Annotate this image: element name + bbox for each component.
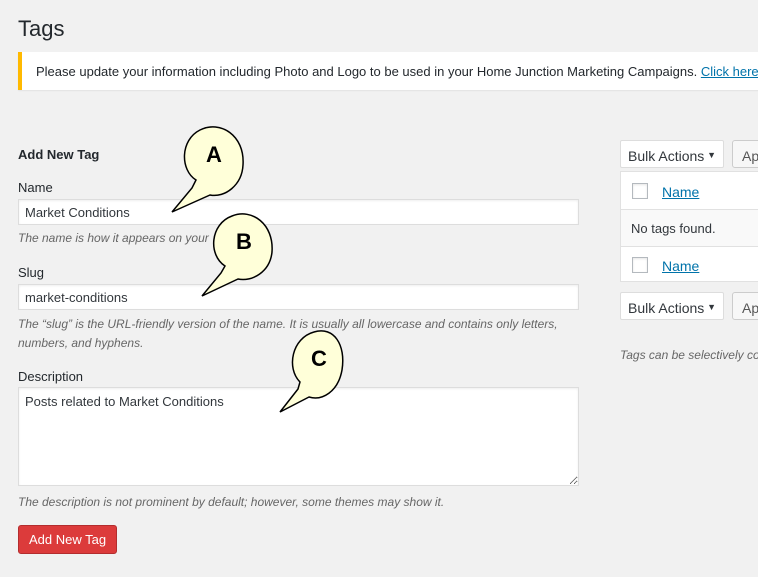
sort-by-name-link-footer[interactable]: Name xyxy=(662,258,699,274)
bulk-actions-select-bottom[interactable]: Bulk Actions ▼ xyxy=(620,292,724,320)
tag-slug-input[interactable] xyxy=(18,284,579,310)
table-footer-row: Name xyxy=(621,246,758,282)
tag-description-textarea[interactable]: Posts related to Market Conditions xyxy=(18,387,579,486)
description-label: Description xyxy=(18,369,84,384)
page-title: Tags xyxy=(18,16,65,41)
apply-button-bottom[interactable]: Ap xyxy=(732,292,758,320)
tags-side-hint: Tags can be selectively co xyxy=(620,348,758,362)
bulk-actions-label-bottom: Bulk Actions xyxy=(628,300,705,316)
table-header-row: Name xyxy=(621,172,758,210)
notice-text: Please update your information including… xyxy=(36,64,701,79)
select-all-checkbox-bottom[interactable] xyxy=(632,257,648,273)
add-new-tag-heading: Add New Tag xyxy=(18,147,100,162)
sort-by-name-link[interactable]: Name xyxy=(662,184,699,200)
add-new-tag-button[interactable]: Add New Tag xyxy=(18,525,118,554)
name-label: Name xyxy=(18,180,53,195)
apply-button-top[interactable]: Ap xyxy=(732,140,758,168)
bulk-actions-label: Bulk Actions xyxy=(628,148,705,164)
tags-table: Name No tags found. Name xyxy=(620,171,758,282)
no-items-row: No tags found. xyxy=(621,210,758,246)
no-tags-found-text: No tags found. xyxy=(631,221,716,236)
description-hint: The description is not prominent by defa… xyxy=(18,495,445,509)
update-info-notice: Please update your information including… xyxy=(18,52,758,90)
tag-name-input[interactable] xyxy=(18,199,579,225)
caret-down-icon: ▼ xyxy=(707,150,716,160)
notice-click-here-link[interactable]: Click here xyxy=(701,64,758,79)
slug-label: Slug xyxy=(18,265,45,280)
bulk-actions-select-top[interactable]: Bulk Actions ▼ xyxy=(620,140,724,168)
slug-hint: The “slug” is the URL-friendly version o… xyxy=(18,317,558,350)
name-hint: The name is how it appears on your xyxy=(18,231,209,245)
select-all-checkbox-top[interactable] xyxy=(632,183,648,199)
caret-down-icon: ▼ xyxy=(707,302,716,312)
callout-letter-a: A xyxy=(206,142,222,167)
